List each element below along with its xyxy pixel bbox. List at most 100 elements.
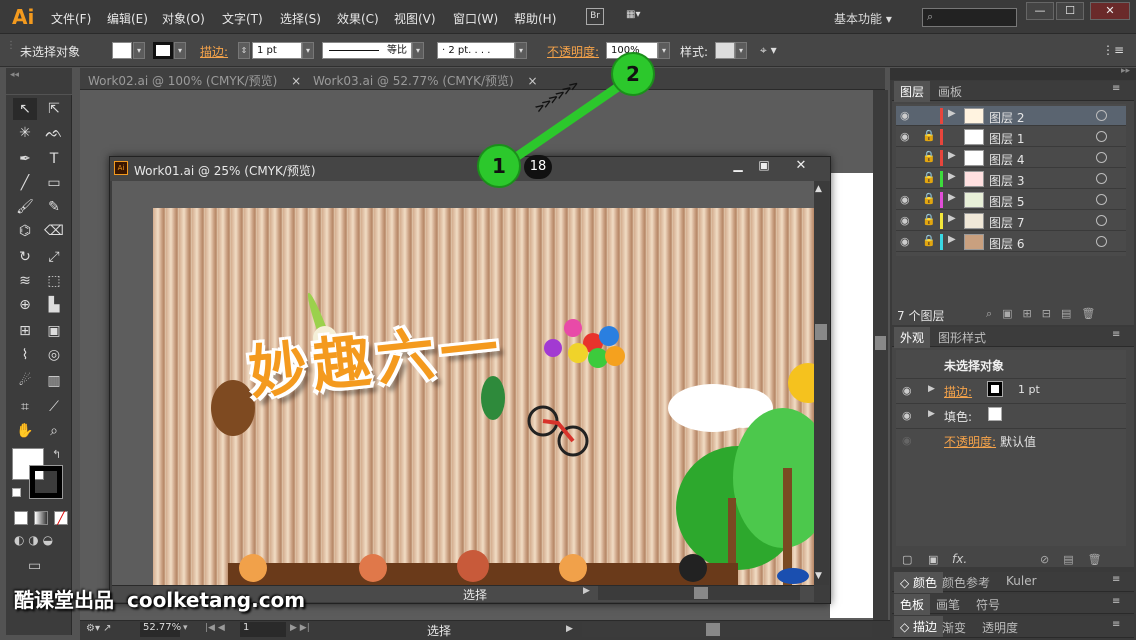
menu-file[interactable]: 文件(F): [51, 10, 91, 27]
swatches-menu-icon[interactable]: ≡: [1112, 596, 1120, 607]
stroke-weight-field[interactable]: 1 pt: [252, 42, 302, 59]
color-mode-icon[interactable]: [14, 511, 28, 525]
layer-row[interactable]: 🔒 ▶ 图层 3: [896, 169, 1126, 189]
appearance-opacity-label[interactable]: 不透明度:: [944, 433, 996, 450]
opacity-label[interactable]: 不透明度:: [547, 43, 599, 60]
visibility-eye-icon[interactable]: ◉: [902, 409, 912, 422]
tab-transparency[interactable]: 透明度: [982, 619, 1018, 636]
add-stroke-icon[interactable]: ▢: [902, 553, 912, 566]
tab-work02-close-icon[interactable]: ×: [291, 74, 301, 88]
screen-mode-icon[interactable]: ▭: [28, 558, 41, 574]
color-menu-icon[interactable]: ≡: [1112, 574, 1120, 585]
slice-tool-icon[interactable]: ⟋: [42, 396, 66, 418]
symbol-sprayer-tool-icon[interactable]: ☄: [13, 370, 37, 392]
layer-row[interactable]: 🔒 ▶ 图层 4: [896, 148, 1126, 168]
expand-arrow-icon[interactable]: ▶: [948, 234, 956, 245]
layers-menu-icon[interactable]: ≡: [1112, 83, 1120, 94]
rectangle-tool-icon[interactable]: ▭: [42, 172, 66, 194]
stroke-weight-dropdown[interactable]: ▾: [302, 42, 314, 59]
free-transform-tool-icon[interactable]: ⬚: [42, 270, 66, 292]
expand-arrow-icon[interactable]: ▶: [948, 150, 956, 161]
stroke-weight-stepper[interactable]: ⇕: [238, 42, 250, 59]
lock-icon[interactable]: 🔒: [922, 213, 936, 226]
menu-select[interactable]: 选择(S): [280, 10, 321, 27]
fill-swatch[interactable]: [112, 42, 132, 59]
gradient-mode-icon[interactable]: [34, 511, 48, 525]
pencil-tool-icon[interactable]: ✎: [42, 196, 66, 218]
dock-collapse-icon[interactable]: ▸▸: [1121, 66, 1130, 76]
style-dropdown[interactable]: ▾: [735, 42, 747, 59]
main-vertical-scrollbar[interactable]: [873, 90, 888, 620]
maximize-button[interactable]: ☐: [1056, 2, 1084, 20]
lock-icon[interactable]: 🔒: [922, 171, 936, 184]
scale-tool-icon[interactable]: ⤢: [42, 246, 66, 268]
expand-arrow-icon[interactable]: ▶: [948, 171, 956, 182]
appearance-stroke-label[interactable]: 描边:: [944, 383, 972, 400]
stroke-dropdown[interactable]: ▾: [174, 42, 186, 59]
page-field[interactable]: 1: [240, 622, 286, 637]
menu-help[interactable]: 帮助(H): [514, 10, 556, 27]
tab-appearance[interactable]: 外观: [894, 327, 931, 348]
menu-view[interactable]: 视图(V): [394, 10, 436, 27]
variable-width-profile[interactable]: 等比: [322, 42, 412, 59]
zoom-tool-icon[interactable]: ⌕: [42, 420, 66, 442]
collapse-icon[interactable]: ◂◂: [10, 70, 19, 80]
float-close-button[interactable]: ✕: [786, 158, 816, 176]
appearance-footer-icons[interactable]: ⊘▤🗑: [1040, 553, 1116, 566]
tab-gradient[interactable]: 渐变: [942, 619, 966, 636]
artboard-tool-icon[interactable]: ⌗: [13, 396, 37, 418]
tab-layers[interactable]: 图层: [894, 81, 931, 102]
layer-target-icon[interactable]: [1096, 131, 1107, 142]
stroke-menu-icon[interactable]: ≡: [1112, 619, 1120, 630]
lock-icon[interactable]: 🔒: [922, 234, 936, 247]
selection-tool-icon[interactable]: ↖: [13, 98, 37, 120]
stroke-label[interactable]: 描边:: [200, 43, 228, 60]
layers-footer-icons[interactable]: ⌕▣⊞⊟▤🗑: [986, 307, 1105, 321]
control-bar-menu-icon[interactable]: ⋮≡: [1102, 43, 1124, 57]
tab-stroke[interactable]: ◇ 描边: [894, 616, 944, 637]
tab-brushes[interactable]: 画笔: [936, 596, 960, 613]
hand-tool-icon[interactable]: ✋: [13, 420, 37, 442]
blend-tool-icon[interactable]: ◎: [42, 344, 66, 366]
drawing-modes-icon[interactable]: ◐ ◑ ◒: [14, 533, 53, 547]
float-maximize-button[interactable]: ▣: [752, 158, 776, 176]
type-tool-icon[interactable]: T: [42, 148, 66, 170]
fx-button[interactable]: fx.: [952, 552, 967, 566]
visibility-eye-icon[interactable]: ◉: [900, 193, 910, 206]
mesh-tool-icon[interactable]: ⊞: [13, 320, 37, 342]
lock-icon[interactable]: 🔒: [922, 192, 936, 205]
bridge-button[interactable]: Br: [586, 8, 604, 25]
visibility-eye-icon[interactable]: ◉: [900, 235, 910, 248]
recolor-icon[interactable]: ⌖ ▾: [760, 43, 777, 58]
tab-artboards[interactable]: 画板: [938, 83, 962, 100]
none-mode-icon[interactable]: ╱: [54, 511, 68, 525]
add-fill-icon[interactable]: ▣: [928, 553, 938, 566]
float-vertical-scrollbar[interactable]: [814, 181, 829, 585]
brush-dropdown[interactable]: ▾: [515, 42, 527, 59]
next-page-icon[interactable]: ▶ ▶|: [290, 623, 310, 633]
tab-graphic-styles[interactable]: 图形样式: [938, 329, 986, 346]
magic-wand-tool-icon[interactable]: ✳: [13, 122, 37, 144]
workspace-switcher[interactable]: 基本功能 ▾: [834, 10, 892, 27]
fill-dropdown[interactable]: ▾: [133, 42, 145, 59]
menu-object[interactable]: 对象(O): [162, 10, 205, 27]
expand-arrow-icon[interactable]: ▶: [948, 213, 956, 224]
float-minimize-button[interactable]: ▁: [726, 158, 750, 176]
layer-row[interactable]: ◉ 🔒 ▶ 图层 6: [896, 232, 1126, 252]
float-scroll-thumb[interactable]: [815, 324, 827, 340]
visibility-eye-icon[interactable]: ◉: [902, 384, 912, 397]
zoom-field[interactable]: 52.77%: [140, 622, 181, 637]
visibility-eye-icon[interactable]: ◉: [902, 434, 912, 447]
eyedropper-tool-icon[interactable]: ⌇: [13, 344, 37, 366]
visibility-eye-icon[interactable]: ◉: [900, 214, 910, 227]
menu-effect[interactable]: 效果(C): [337, 10, 379, 27]
layer-target-icon[interactable]: [1096, 215, 1107, 226]
profile-dropdown[interactable]: ▾: [412, 42, 424, 59]
layer-target-icon[interactable]: [1096, 173, 1107, 184]
opacity-dropdown[interactable]: ▾: [658, 42, 670, 59]
paintbrush-tool-icon[interactable]: 🖌: [13, 196, 37, 218]
expand-arrow-icon[interactable]: ▶: [928, 384, 935, 394]
visibility-eye-icon[interactable]: ◉: [900, 109, 910, 122]
line-tool-icon[interactable]: ╱: [13, 172, 37, 194]
expand-arrow-icon[interactable]: ▶: [948, 108, 956, 119]
